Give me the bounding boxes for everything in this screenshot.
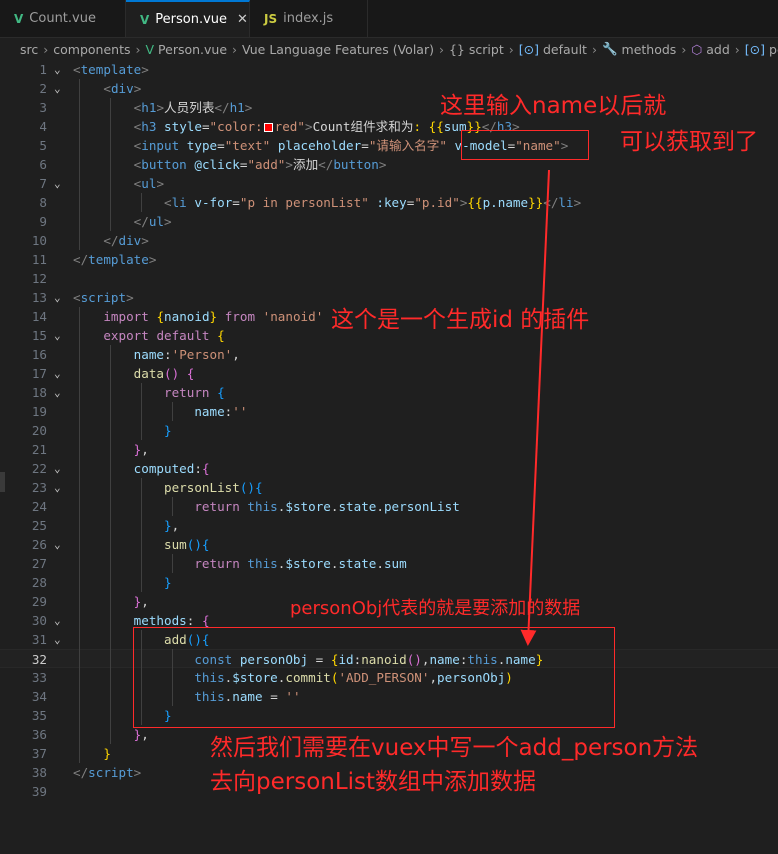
annotation-nanoid: 这个是一个生成id 的插件	[331, 307, 590, 333]
annotation-name-input: 这里输入name以后就	[440, 93, 667, 119]
annotation-vuex-2: 去向personList数组中添加数据	[210, 769, 537, 795]
annotation-name-input-2: 可以获取到了	[620, 129, 758, 155]
annotation-personobj: personObj代表的就是要添加的数据	[290, 598, 581, 619]
annotation-vuex-1: 然后我们需要在vuex中写一个add_person方法	[210, 735, 699, 761]
arrow-to-personobj	[520, 169, 550, 646]
